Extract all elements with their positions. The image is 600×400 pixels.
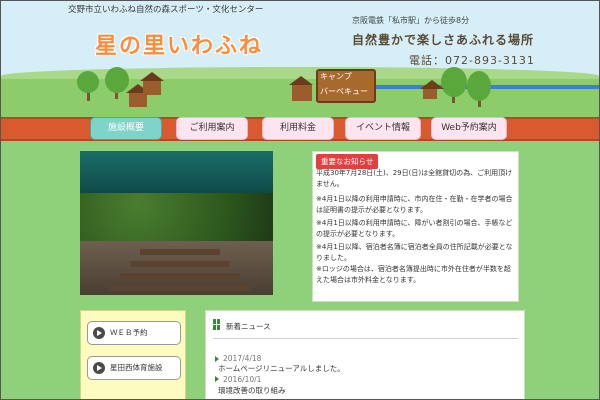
nav-usage-guide[interactable]: ご利用案内 bbox=[176, 117, 248, 140]
arrow-right-icon bbox=[93, 362, 105, 374]
phone-number: 電話：072-893-3131 bbox=[409, 54, 535, 67]
sign-label-bbq: バーベキュー bbox=[320, 87, 368, 96]
tree-icon bbox=[467, 71, 491, 101]
site-logo[interactable]: 星の里いわふね bbox=[95, 28, 263, 60]
news-heading: 新着ニュース bbox=[226, 322, 271, 331]
hoshida-nishi-gym-button[interactable]: 星田西体育施設 bbox=[87, 356, 181, 380]
sign-label-camp: キャンプ bbox=[320, 72, 352, 81]
web-booking-button[interactable]: ＷＥＢ予約 bbox=[87, 321, 181, 345]
news-divider bbox=[213, 338, 518, 339]
cabin-icon bbox=[289, 76, 313, 101]
notice-paragraph: ※4月1日以降の利用申請時に、市内在住・在勤・在学者の場合は証明書の提示が必要と… bbox=[316, 195, 513, 214]
news-item-link[interactable]: ホームページリニューアルしました。 bbox=[218, 363, 345, 374]
bullet-arrow-icon bbox=[215, 356, 219, 362]
news-heading-icon bbox=[213, 319, 221, 331]
hoshida-nishi-gym-label: 星田西体育施設 bbox=[110, 363, 163, 372]
notice-paragraph: ※ロッジの場合は、宿泊者名簿提出時に市外在住者が半数を超えた場合は市外料金となり… bbox=[316, 265, 511, 284]
notice-paragraph: ※4月1日以降、宿泊者名簿に宿泊者全員の住所記載が必要となりました。 bbox=[316, 243, 513, 262]
cabin-icon bbox=[126, 84, 150, 107]
tagline: 自然豊かで楽しさあふれる場所 bbox=[352, 33, 535, 47]
nav-facility-overview[interactable]: 施設概要 bbox=[90, 117, 162, 140]
access-info: 京阪電鉄「私市駅」から徒歩8分 bbox=[352, 16, 470, 25]
nav-events[interactable]: イベント情報 bbox=[345, 117, 421, 140]
notice-paragraph: ※4月1日以降の利用申請時に、障がい者割引の場合、手帳などの提示が必要となります… bbox=[316, 219, 513, 238]
bullet-arrow-icon bbox=[215, 376, 219, 382]
tree-icon bbox=[441, 67, 467, 97]
notice-paragraph: 平成30年7月28日(土)、29日(日)は全館貸切の為、ご利用頂けません。 bbox=[316, 169, 513, 188]
cabin-icon bbox=[140, 72, 164, 95]
news-item-link[interactable]: 環境改善の取り組み bbox=[218, 385, 286, 396]
news-date: 2017/4/18 bbox=[223, 354, 262, 363]
cabin-icon bbox=[420, 80, 444, 99]
news-date: 2016/10/1 bbox=[223, 375, 262, 384]
nav-fees[interactable]: 利用料金 bbox=[262, 117, 334, 140]
site-subtitle: 交野市立いわふね自然の森スポーツ・文化センター bbox=[68, 5, 264, 15]
bbq-area-photo bbox=[80, 151, 273, 295]
nav-web-booking-guide[interactable]: Web予約案内 bbox=[431, 117, 507, 140]
arrow-right-icon bbox=[93, 327, 105, 339]
important-notice-badge: 重要なお知らせ bbox=[316, 154, 379, 169]
tree-icon bbox=[77, 71, 99, 93]
web-booking-label: ＷＥＢ予約 bbox=[110, 328, 148, 337]
